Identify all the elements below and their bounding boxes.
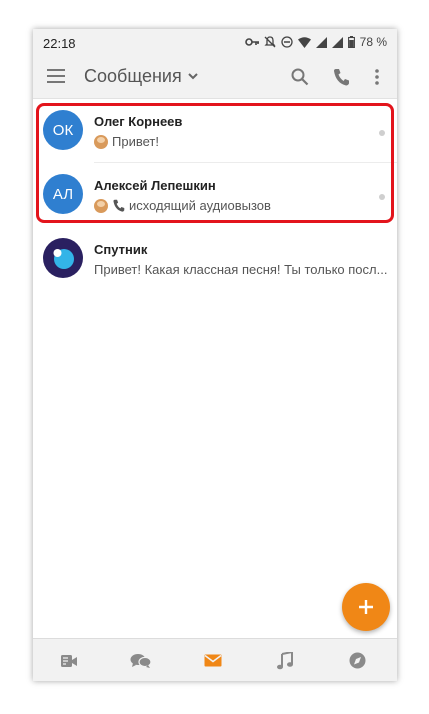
nav-music[interactable] xyxy=(249,639,321,681)
conversation-sputnik[interactable]: Спутник Привет! Какая классная песня! Ты… xyxy=(33,227,397,291)
call-icon xyxy=(113,199,125,212)
sputnik-logo-icon xyxy=(53,249,74,269)
conversation-oleg-korneev[interactable]: ОК Олег Корнеев Привет! xyxy=(33,99,397,163)
nav-explore[interactable] xyxy=(321,639,393,681)
battery-icon xyxy=(347,36,355,48)
sputnik-logo-avatar xyxy=(43,238,83,278)
phone-icon[interactable] xyxy=(333,68,349,86)
chevron-down-icon xyxy=(187,73,198,80)
message-preview: Привет! xyxy=(94,134,159,149)
bell-off-icon xyxy=(264,36,276,48)
nav-messages[interactable] xyxy=(177,639,249,681)
signal-icon xyxy=(315,36,327,48)
key-icon xyxy=(244,38,259,46)
dnd-icon xyxy=(280,36,293,48)
title-dropdown[interactable]: Сообщения xyxy=(84,66,198,87)
menu-icon[interactable] xyxy=(47,69,65,83)
status-time: 22:18 xyxy=(43,36,76,51)
phone-screen: 22:18 78 % Сообщения ОК Олег Корнеев При… xyxy=(33,29,397,681)
nav-discussions[interactable] xyxy=(105,639,177,681)
page-title: Сообщения xyxy=(84,66,182,86)
preview-text: исходящий аудиовызов xyxy=(129,198,271,213)
search-icon[interactable] xyxy=(291,68,309,86)
bottom-navigation xyxy=(33,638,397,681)
new-message-button[interactable] xyxy=(342,583,390,631)
conversation-aleksei-lepeshkin[interactable]: АЛ Алексей Лепешкин исходящий аудиовызов xyxy=(33,163,397,227)
preview-text: Привет! Какая классная песня! Ты только … xyxy=(94,262,388,277)
message-preview: исходящий аудиовызов xyxy=(94,198,271,213)
video-icon xyxy=(61,654,77,667)
unread-dot xyxy=(379,130,385,136)
wifi-icon xyxy=(297,36,311,48)
contact-name: Алексей Лепешкин xyxy=(94,178,216,193)
preview-text: Привет! xyxy=(112,134,159,149)
status-icons: 78 % xyxy=(244,35,387,49)
avatar: АЛ xyxy=(43,174,83,214)
app-bar: Сообщения xyxy=(33,56,397,99)
conversation-list: ОК Олег Корнеев Привет! АЛ Алексей Лепеш… xyxy=(33,99,397,291)
contact-name: Олег Корнеев xyxy=(94,114,183,129)
signal-icon-2 xyxy=(331,36,343,48)
battery-level: 78 % xyxy=(359,35,387,49)
unread-dot xyxy=(379,194,385,200)
more-options-icon[interactable] xyxy=(374,68,380,86)
sender-avatar-icon xyxy=(94,134,108,149)
contact-name: Спутник xyxy=(94,242,148,257)
sender-avatar-icon xyxy=(94,198,108,213)
music-icon xyxy=(277,651,293,669)
status-bar: 22:18 78 % xyxy=(33,29,397,56)
compass-icon xyxy=(349,652,365,669)
nav-video[interactable] xyxy=(33,639,105,681)
discussions-icon xyxy=(130,653,152,668)
messages-icon xyxy=(204,654,222,667)
plus-icon xyxy=(359,600,373,614)
avatar: ОК xyxy=(43,110,83,150)
message-preview: Привет! Какая классная песня! Ты только … xyxy=(94,262,387,277)
